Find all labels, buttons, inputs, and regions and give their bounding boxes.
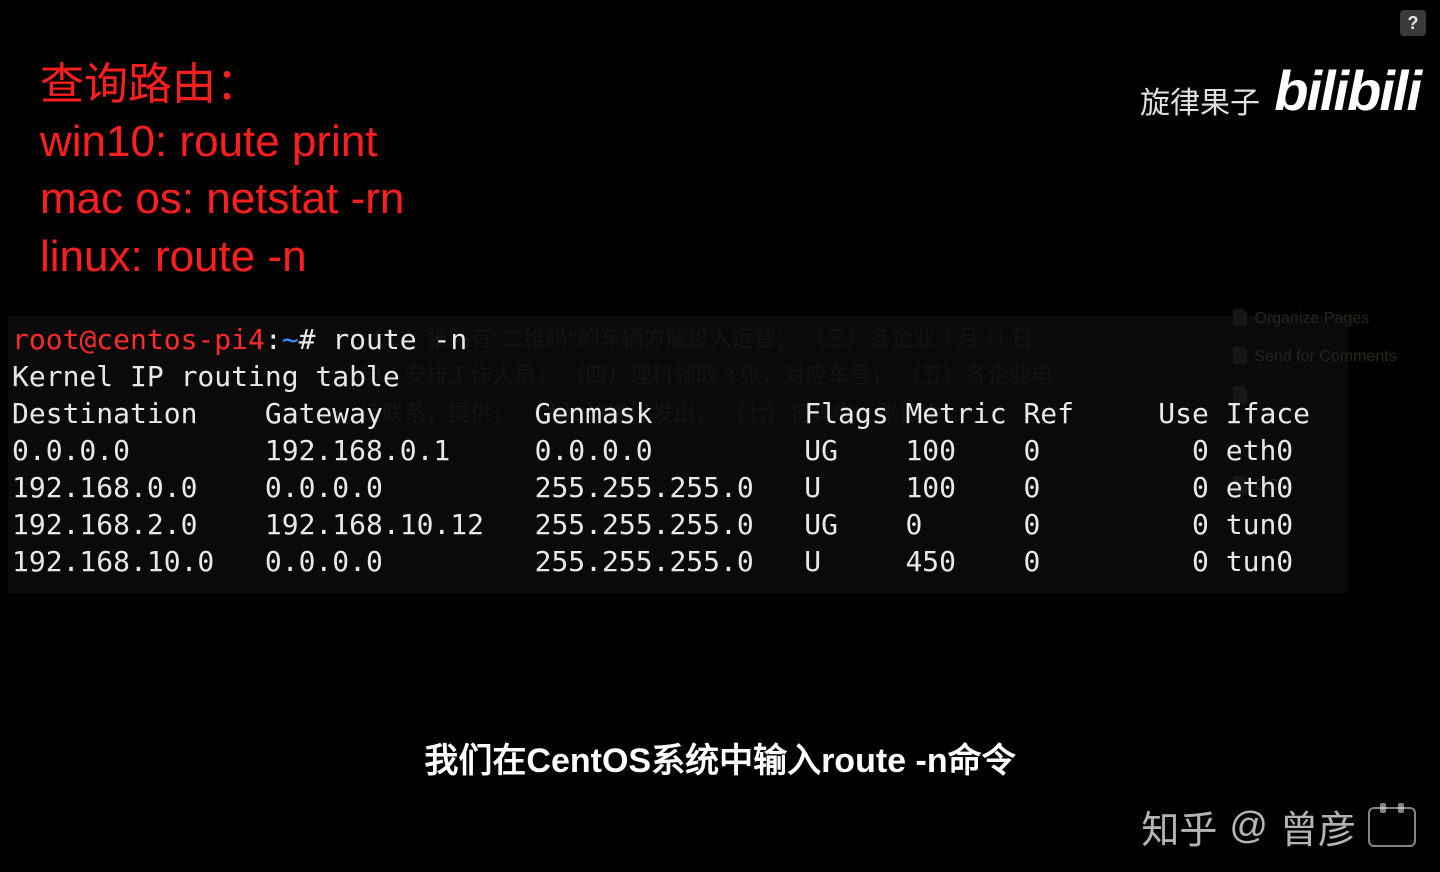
overlay-line-linux: linux: route -n (40, 232, 307, 281)
shell-prompt-line: root@centos-pi4:~# route -n (12, 322, 1344, 359)
terminal-output: root@centos-pi4:~# route -n Kernel IP ro… (8, 316, 1348, 593)
channel-name: 旋律果子 (1140, 78, 1260, 122)
bilibili-logo-icon: bilibili (1274, 58, 1420, 123)
video-frame: ? 旋律果子 bilibili 查询路由： win10: route print… (0, 0, 1440, 872)
watermark-author: 曾彦 (1280, 799, 1356, 854)
overlay-line-win10: win10: route print (40, 117, 378, 166)
video-subtitle: 我们在CentOS系统中输入route -n命令 (424, 733, 1015, 782)
prompt-cwd: ~ (282, 323, 299, 356)
routing-table-header: Destination Gateway Genmask Flags Metric… (12, 396, 1344, 433)
zhihu-watermark: 知乎 @ 曾彦 (1141, 799, 1416, 854)
watermark-at: @ (1229, 805, 1268, 848)
routing-table-row: 0.0.0.0 192.168.0.1 0.0.0.0 UG 100 0 0 e… (12, 433, 1344, 470)
routing-table-row: 192.168.2.0 192.168.10.12 255.255.255.0 … (12, 507, 1344, 544)
instruction-overlay: 查询路由： win10: route print mac os: netstat… (40, 56, 404, 285)
prompt-user: root (12, 323, 79, 356)
routing-table-row: 192.168.0.0 0.0.0.0 255.255.255.0 U 100 … (12, 470, 1344, 507)
watermark-prefix: 知乎 (1141, 799, 1217, 854)
routing-table-row: 192.168.10.0 0.0.0.0 255.255.255.0 U 450… (12, 544, 1344, 581)
routing-table-title: Kernel IP routing table (12, 359, 1344, 396)
typed-command: route -n (332, 323, 467, 356)
routing-table-body: 0.0.0.0 192.168.0.1 0.0.0.0 UG 100 0 0 e… (12, 433, 1344, 581)
zhihu-tv-icon (1368, 807, 1416, 847)
overlay-title: 查询路由： (40, 60, 260, 109)
prompt-host: centos-pi4 (96, 323, 265, 356)
overlay-line-macos: mac os: netstat -rn (40, 174, 404, 223)
help-icon[interactable]: ? (1400, 10, 1426, 36)
